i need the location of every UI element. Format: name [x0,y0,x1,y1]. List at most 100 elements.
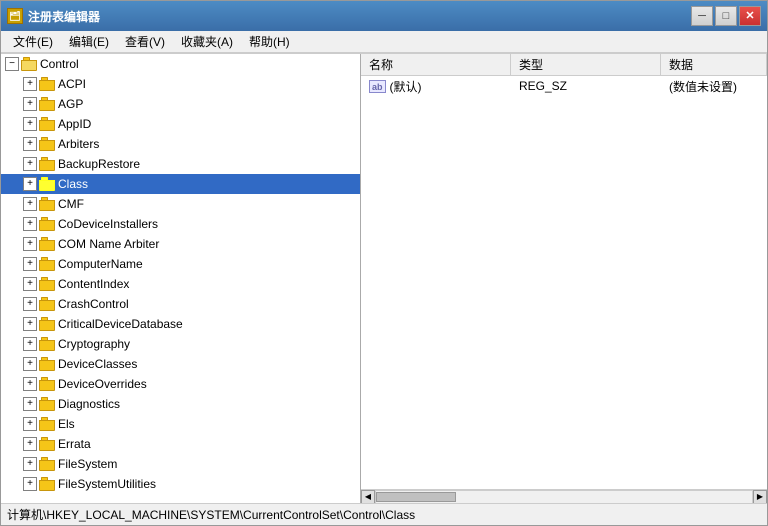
menu-help[interactable]: 帮助(H) [241,31,298,52]
tree-item-deviceoverrides[interactable]: + DeviceOverrides [1,374,360,394]
close-button[interactable]: ✕ [739,6,761,26]
tree-item-control[interactable]: −Control [1,54,360,74]
expand-btn-crashcontrol[interactable]: + [23,297,37,311]
tree-pane[interactable]: −Control+ACPI+AGP+AppID+Arbiters+BackupR… [1,54,361,503]
tree-item-comnamearbiter[interactable]: + COM Name Arbiter [1,234,360,254]
menu-edit[interactable]: 编辑(E) [61,31,117,52]
folder-icon-comnamearbiter [39,237,55,251]
tree-item-els[interactable]: + Els [1,414,360,434]
folder-icon-computername [39,257,55,271]
data-cell-value-0: (数值未设置) [661,76,767,97]
tree-item-contentindex[interactable]: +ContentIndex [1,274,360,294]
folder-icon-errata [39,437,55,451]
maximize-button[interactable]: □ [715,6,737,26]
scroll-track[interactable] [375,490,753,504]
expand-btn-errata[interactable]: + [23,437,37,451]
tree-item-label-criticaldevicedatabase: CriticalDeviceDatabase [58,317,183,331]
expand-btn-backuprestore[interactable]: + [23,157,37,171]
tree-item-filesystem[interactable]: +FileSystem [1,454,360,474]
menu-view[interactable]: 查看(V) [117,31,173,52]
tree-item-agp[interactable]: + AGP [1,94,360,114]
folder-icon-criticaldevicedatabase [39,317,55,331]
expand-btn-filesystem[interactable]: + [23,457,37,471]
tree-item-diagnostics[interactable]: + Diagnostics [1,394,360,414]
tree-item-label-acpi: ACPI [58,77,86,91]
tree-item-deviceclasses[interactable]: + DeviceClasses [1,354,360,374]
tree-item-cryptography[interactable]: + Cryptography [1,334,360,354]
tree-item-errata[interactable]: + Errata [1,434,360,454]
folder-icon-filesystem [39,457,55,471]
ab-icon-0: ab [369,80,386,93]
tree-item-label-codeviceinstallers: CoDeviceInstallers [58,217,158,231]
expand-btn-acpi[interactable]: + [23,77,37,91]
data-area[interactable]: ab(默认)REG_SZ(数值未设置) [361,76,767,489]
tree-item-label-comnamearbiter: COM Name Arbiter [58,237,159,251]
expand-btn-deviceclasses[interactable]: + [23,357,37,371]
tree-item-label-class: Class [58,177,88,191]
scroll-left-arrow[interactable]: ◀ [361,490,375,504]
expand-btn-codeviceinstallers[interactable]: + [23,217,37,231]
tree-item-label-backuprestore: BackupRestore [58,157,140,171]
col-header-data[interactable]: 数据 [661,54,767,75]
folder-icon-arbiters [39,137,55,151]
tree-item-filesystemutilities[interactable]: +FileSystemUtilities [1,474,360,494]
title-bar: 🗂 注册表编辑器 ─ □ ✕ [1,1,767,31]
tree-item-cmf[interactable]: +CMF [1,194,360,214]
expand-btn-control[interactable]: − [5,57,19,71]
main-window: 🗂 注册表编辑器 ─ □ ✕ 文件(E) 编辑(E) 查看(V) 收藏夹(A) … [0,0,768,526]
tree-item-acpi[interactable]: + ACPI [1,74,360,94]
tree-item-appid[interactable]: + AppID [1,114,360,134]
expand-btn-cryptography[interactable]: + [23,337,37,351]
tree-item-label-diagnostics: Diagnostics [58,397,120,411]
menu-favorites[interactable]: 收藏夹(A) [173,31,241,52]
expand-btn-criticaldevicedatabase[interactable]: + [23,317,37,331]
scroll-thumb[interactable] [376,492,456,502]
tree-item-label-appid: AppID [58,117,91,131]
expand-btn-arbiters[interactable]: + [23,137,37,151]
folder-icon-cmf [39,197,55,211]
expand-btn-agp[interactable]: + [23,97,37,111]
expand-btn-els[interactable]: + [23,417,37,431]
tree-item-label-deviceoverrides: DeviceOverrides [58,377,147,391]
tree-item-class[interactable]: + Class [1,174,360,194]
folder-icon-backuprestore [39,157,55,171]
tree-item-label-els: Els [58,417,75,431]
tree-item-label-cryptography: Cryptography [58,337,130,351]
folder-icon-crashcontrol [39,297,55,311]
expand-btn-class[interactable]: + [23,177,37,191]
col-header-type[interactable]: 类型 [511,54,661,75]
tree-item-label-agp: AGP [58,97,83,111]
tree-item-label-errata: Errata [58,437,91,451]
tree-item-codeviceinstallers[interactable]: + CoDeviceInstallers [1,214,360,234]
expand-btn-diagnostics[interactable]: + [23,397,37,411]
expand-btn-computername[interactable]: + [23,257,37,271]
menu-file[interactable]: 文件(E) [5,31,61,52]
tree-item-label-crashcontrol: CrashControl [58,297,129,311]
expand-btn-contentindex[interactable]: + [23,277,37,291]
status-path: 计算机\HKEY_LOCAL_MACHINE\SYSTEM\CurrentCon… [7,506,415,523]
tree-item-backuprestore[interactable]: + BackupRestore [1,154,360,174]
tree-item-computername[interactable]: +ComputerName [1,254,360,274]
scroll-right-arrow[interactable]: ▶ [753,490,767,504]
col-header-name[interactable]: 名称 [361,54,511,75]
folder-icon-deviceoverrides [39,377,55,391]
folder-icon-control [21,57,37,71]
status-bar: 计算机\HKEY_LOCAL_MACHINE\SYSTEM\CurrentCon… [1,503,767,525]
expand-btn-appid[interactable]: + [23,117,37,131]
data-row-0[interactable]: ab(默认)REG_SZ(数值未设置) [361,76,767,96]
tree-item-label-deviceclasses: DeviceClasses [58,357,137,371]
minimize-button[interactable]: ─ [691,6,713,26]
tree-item-criticaldevicedatabase[interactable]: + CriticalDeviceDatabase [1,314,360,334]
expand-btn-deviceoverrides[interactable]: + [23,377,37,391]
tree-item-arbiters[interactable]: +Arbiters [1,134,360,154]
expand-btn-filesystemutilities[interactable]: + [23,477,37,491]
horizontal-scrollbar[interactable]: ◀ ▶ [361,489,767,503]
folder-icon-cryptography [39,337,55,351]
expand-btn-comnamearbiter[interactable]: + [23,237,37,251]
expand-btn-cmf[interactable]: + [23,197,37,211]
folder-icon-agp [39,97,55,111]
tree-item-crashcontrol[interactable]: + CrashControl [1,294,360,314]
folder-icon-acpi [39,77,55,91]
data-cell-name-0: ab(默认) [361,76,511,97]
folder-icon-class [39,177,55,191]
